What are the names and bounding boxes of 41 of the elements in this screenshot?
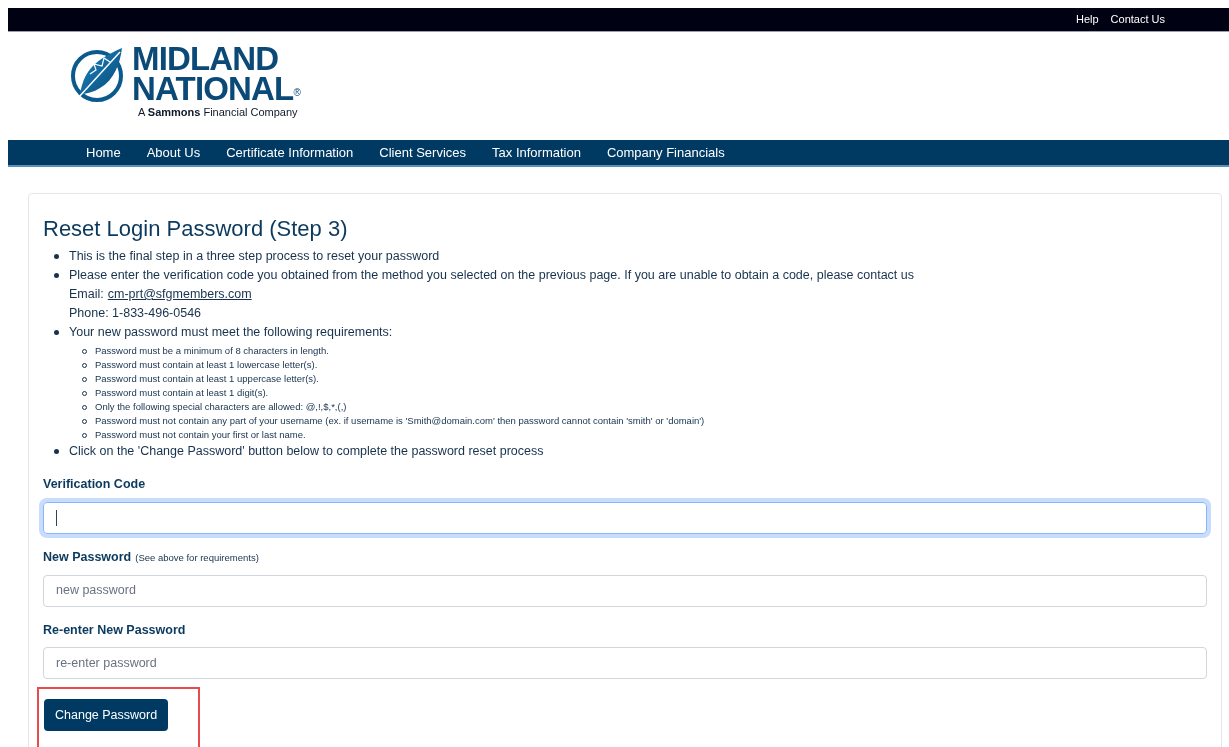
requirement-text: Password must not contain your first or last name.	[95, 429, 306, 440]
input-field[interactable]: re-enter password	[43, 647, 1207, 680]
bullet-icon	[54, 273, 59, 278]
page-title: Reset Login Password (Step 3)	[43, 215, 349, 243]
bullet-icon	[54, 449, 59, 454]
requirement-text: Password must contain at least 1 uppercase letter(s).	[95, 373, 319, 384]
nav-link[interactable]: About Us	[146, 142, 201, 163]
email-label: Email:	[69, 286, 104, 303]
instruction-text: Your new password must meet the following requirements:	[69, 324, 394, 341]
bullet-icon	[54, 330, 59, 335]
field-label: Verification Code	[43, 476, 146, 493]
requirement-text: Password must not contain any part of your username (ex. if username is 'Smith@domain.com' then password cannot contain 'smith' or 'domain')	[95, 415, 705, 426]
logo-wordmark: NATIONAL	[132, 74, 294, 104]
field-label: Re-enter New Password	[43, 621, 186, 639]
field-label: New Password	[43, 548, 132, 566]
field-hint: (See above for requirements)	[135, 550, 259, 565]
bullet-icon	[54, 254, 59, 259]
registered-mark: ®	[293, 87, 301, 98]
instruction-text: This is the final step in a three step process to reset your password	[69, 248, 441, 265]
nav-link[interactable]: Certificate Information	[226, 142, 354, 163]
logo-wordmark: MIDLAND	[132, 44, 280, 74]
instruction-text: Click on the 'Change Password' button below to complete the password reset process	[69, 443, 545, 460]
nav-link[interactable]: Client Services	[379, 142, 467, 163]
placeholder-text: re-enter password	[56, 654, 157, 672]
text-cursor-icon	[56, 509, 57, 526]
requirement-text: Password must contain at least 1 digit(s).	[95, 387, 269, 398]
top-link[interactable]: Help	[1075, 11, 1099, 28]
email-link[interactable]: cm-prt@sfgmembers.com	[107, 285, 252, 304]
phone-text: Phone: 1-833-496-0546	[69, 305, 203, 322]
requirement-text: Password must contain at least 1 lowercase letter(s).	[95, 359, 318, 370]
top-link[interactable]: Contact Us	[1110, 11, 1165, 28]
nav-link[interactable]: Home	[86, 142, 121, 163]
nav-link[interactable]: Company Financials	[606, 142, 725, 163]
instruction-text: Please enter the verification code you obtained from the method you selected on the previous page. If you are unable to obtain a code, please contact us	[69, 267, 915, 284]
requirement-text: Only the following special characters are allowed: @,!,$,*,(,)	[95, 401, 347, 412]
input-field[interactable]: new password	[43, 574, 1207, 607]
nav-link[interactable]: Tax Information	[492, 142, 581, 163]
change-password-button[interactable]: Change Password	[44, 699, 169, 732]
requirement-text: Password must be a minimum of 8 characters in length.	[95, 345, 329, 356]
logo-tagline: A Sammons Financial Company	[137, 105, 299, 120]
placeholder-text: new password	[56, 582, 136, 600]
